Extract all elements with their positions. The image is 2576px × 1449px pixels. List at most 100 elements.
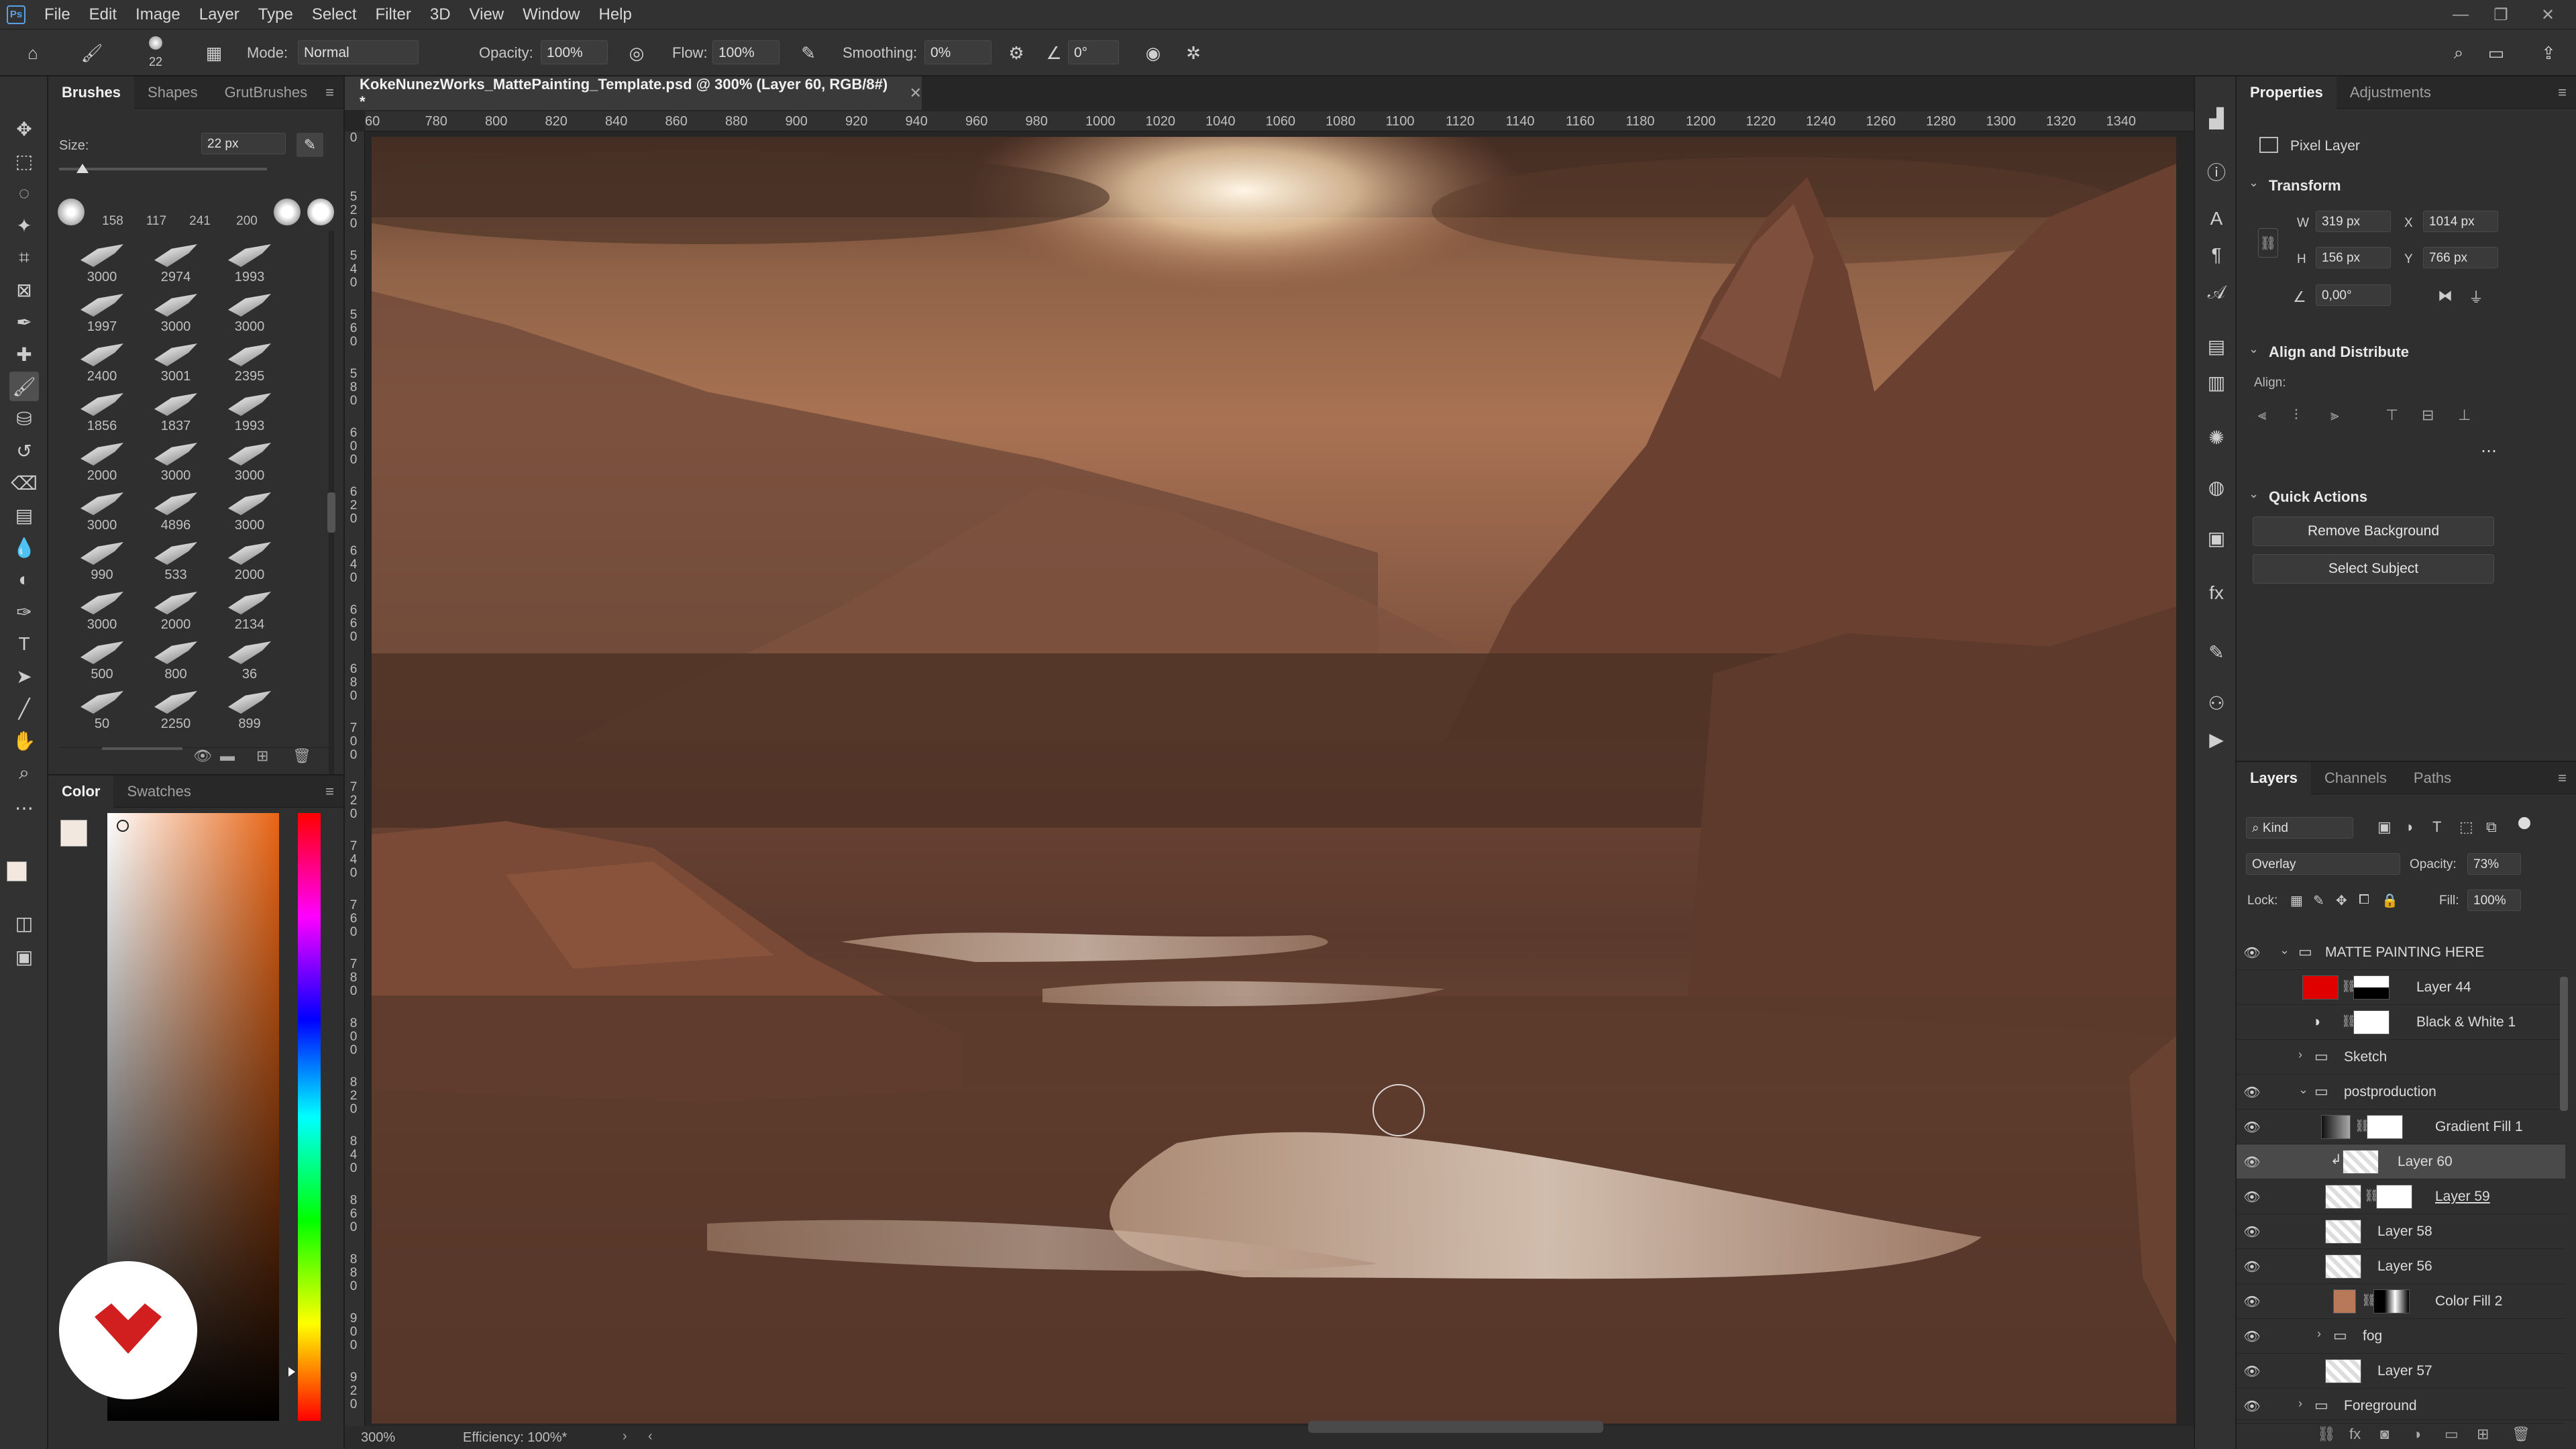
add-mask-icon[interactable]: ◙ (2380, 1426, 2389, 1443)
hue-slider-handle[interactable] (288, 1367, 295, 1377)
layer-row-layer-44[interactable]: ⛓ Layer 44 (2237, 970, 2565, 1005)
close-icon[interactable]: ✕ (2529, 0, 2567, 30)
brush-preset-size[interactable]: 117 (140, 200, 173, 243)
brush-tip[interactable]: 50 (68, 687, 136, 735)
chevron-down-icon[interactable]: ⌄ (2249, 487, 2259, 501)
brush-tip[interactable]: 3000 (216, 488, 283, 537)
pressure-opacity-icon[interactable]: ◎ (624, 40, 649, 66)
chevron-right-icon[interactable]: › (2317, 1327, 2321, 1341)
brush-tip[interactable]: 800 (142, 637, 209, 686)
filter-toggle-icon[interactable] (2518, 817, 2530, 829)
brush-tip[interactable]: 3000 (68, 588, 136, 636)
crop-tool-icon[interactable]: ⌗ (9, 243, 39, 272)
type-tool-icon[interactable]: T (9, 629, 39, 659)
brush-settings-icon[interactable]: ▦ (201, 40, 227, 66)
brush-tool-icon[interactable]: 🖌 (9, 372, 39, 401)
new-group-icon[interactable]: ▭ (2445, 1426, 2459, 1443)
toggle-preview-icon[interactable]: 👁 (193, 747, 212, 765)
gradient-tool-icon[interactable]: ▤ (9, 500, 39, 530)
libraries-icon[interactable]: ▤ (2202, 331, 2231, 361)
brush-tip[interactable]: 2400 (68, 339, 136, 388)
brush-tip[interactable]: 899 (216, 687, 283, 735)
flow-field[interactable]: 100% (712, 40, 780, 64)
tab-shapes[interactable]: Shapes (134, 76, 211, 109)
status-arrow-icon[interactable]: › (623, 1429, 627, 1444)
layer-row-color-fill-2[interactable]: 👁 ⛓ Color Fill 2 (2237, 1284, 2565, 1319)
y-position-field[interactable]: 766 px (2423, 247, 2498, 268)
brush-preset-size[interactable]: 241 (180, 200, 220, 243)
visibility-eye-icon[interactable]: 👁 (2243, 1363, 2261, 1379)
align-top-icon[interactable]: ⊤ (2385, 407, 2398, 424)
new-brush-button-icon[interactable]: ⊞ (256, 747, 268, 765)
document-tab[interactable]: KokeNunezWorks_MattePainting_Template.ps… (345, 76, 922, 110)
actions-play-icon[interactable]: ▶ (2202, 724, 2231, 754)
tab-adjustments[interactable]: Adjustments (2337, 76, 2445, 109)
menu-view[interactable]: View (460, 5, 514, 24)
menu-image[interactable]: Image (126, 5, 190, 24)
filter-type-icon[interactable]: T (2432, 818, 2441, 836)
panel-menu-icon[interactable]: ≡ (325, 783, 334, 800)
brush-tip[interactable]: 2000 (216, 538, 283, 586)
visibility-eye-icon[interactable]: 👁 (2243, 945, 2261, 961)
lock-image-icon[interactable]: ✎ (2313, 892, 2324, 909)
brush-tip[interactable]: 1837 (142, 389, 209, 437)
visibility-eye-icon[interactable]: 👁 (2243, 1084, 2261, 1100)
healing-brush-tool-icon[interactable]: ✚ (9, 339, 39, 369)
hue-slider[interactable] (298, 813, 321, 1421)
layer-row-sketch[interactable]: › ▭ Sketch (2237, 1040, 2565, 1075)
brush-tip[interactable]: 2974 (142, 240, 209, 288)
brush-size-picker[interactable]: 22 (142, 35, 169, 72)
height-field[interactable]: 156 px (2316, 247, 2391, 268)
align-center-h-icon[interactable]: ⫶ (2294, 407, 2298, 424)
visibility-eye-icon[interactable]: 👁 (2243, 1119, 2261, 1135)
x-position-field[interactable]: 1014 px (2423, 211, 2498, 232)
color-picker-ring[interactable] (117, 820, 129, 832)
visibility-eye-icon[interactable]: 👁 (2243, 1154, 2261, 1170)
screen-mode-icon[interactable]: ▣ (9, 942, 39, 971)
layer-mask-thumbnail[interactable] (2353, 975, 2390, 1000)
remove-background-button[interactable]: Remove Background (2253, 517, 2494, 546)
chevron-right-icon[interactable]: › (2298, 1048, 2302, 1062)
path-selection-tool-icon[interactable]: ➤ (9, 661, 39, 691)
swatches-icon[interactable]: ▣ (2202, 523, 2231, 553)
brush-size-field[interactable]: 22 px (201, 133, 286, 154)
align-left-icon[interactable]: ⫷ (2258, 407, 2266, 424)
layers-scrollbar-thumb[interactable] (2560, 977, 2568, 1111)
move-tool-icon[interactable]: ✥ (9, 114, 39, 144)
brush-tip[interactable]: 3000 (68, 488, 136, 537)
tab-layers[interactable]: Layers (2237, 761, 2311, 794)
layer-row-postproduction[interactable]: 👁 ⌄ ▭ postproduction (2237, 1075, 2565, 1110)
lock-transparent-icon[interactable]: ▦ (2290, 892, 2303, 909)
airbrush-icon[interactable]: ✎ (796, 40, 821, 66)
brush-tip[interactable]: 3000 (142, 290, 209, 338)
share-icon[interactable]: ⇪ (2536, 40, 2561, 66)
brush-tip[interactable]: 3000 (216, 290, 283, 338)
smoothing-field[interactable]: 0% (924, 40, 991, 64)
history-brush-tool-icon[interactable]: ↺ (9, 436, 39, 466)
brush-preset-round-icon[interactable] (307, 199, 334, 225)
brush-preset-size[interactable]: 158 (93, 200, 133, 243)
visibility-eye-icon[interactable]: 👁 (2243, 1328, 2261, 1344)
align-bottom-icon[interactable]: ⊥ (2458, 407, 2471, 424)
minimize-icon[interactable]: — (2442, 0, 2479, 30)
layer-mask-thumbnail[interactable] (2373, 1289, 2410, 1313)
blend-mode-select[interactable]: Normal (298, 40, 419, 64)
gear-icon[interactable]: ⚙ (1004, 40, 1029, 66)
restore-icon[interactable]: ❐ (2482, 0, 2520, 30)
workspace-icon[interactable]: ▭ (2483, 40, 2509, 66)
glyphs-icon[interactable]: 𝒜 (2202, 278, 2231, 307)
lasso-tool-icon[interactable]: ◌ (9, 178, 39, 208)
menu-edit[interactable]: Edit (80, 5, 126, 24)
brush-settings-strip-icon[interactable]: ✎ (2202, 637, 2231, 667)
brush-angle-field[interactable]: 0° (1068, 40, 1119, 64)
size-slider-handle[interactable] (76, 164, 89, 173)
symmetry-icon[interactable]: ✲ (1181, 40, 1206, 66)
visibility-eye-icon[interactable]: 👁 (2243, 1258, 2261, 1275)
line-tool-icon[interactable]: ╱ (9, 694, 39, 723)
filter-adjustment-icon[interactable]: ◑ (2404, 818, 2413, 836)
visibility-eye-icon[interactable] (2243, 979, 2261, 996)
fx-icon[interactable]: fx (2349, 1426, 2361, 1443)
layer-row-layer-57[interactable]: 👁 Layer 57 (2237, 1354, 2565, 1389)
foreground-color-chip[interactable] (60, 820, 87, 847)
new-brush-icon[interactable]: ✎ (297, 133, 323, 157)
